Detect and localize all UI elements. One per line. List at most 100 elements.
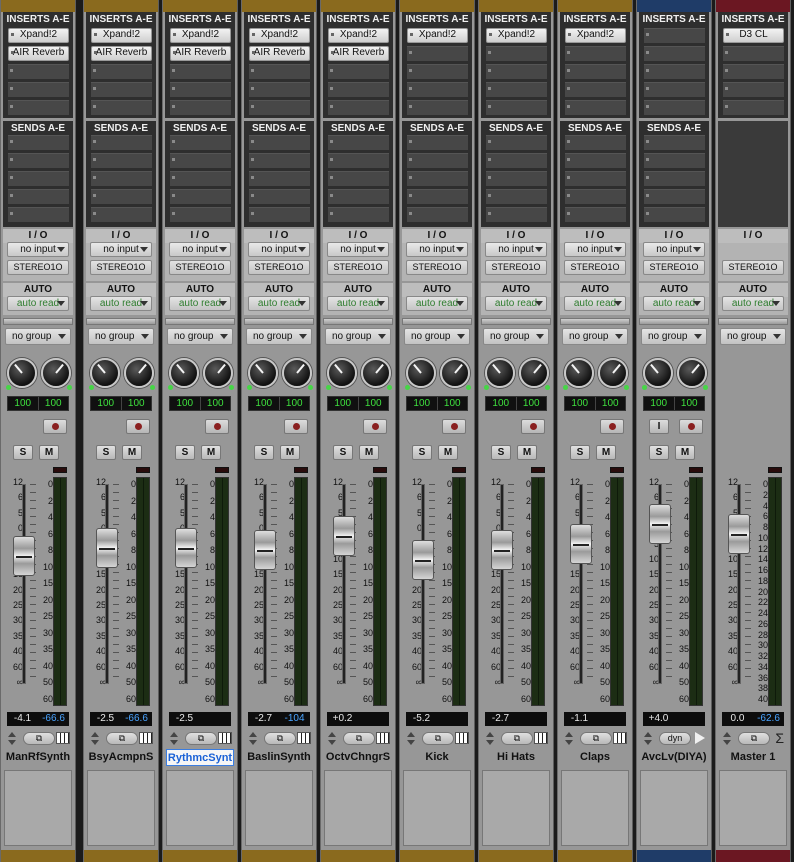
record-enable-button[interactable]	[284, 419, 308, 434]
insert-slot[interactable]	[249, 82, 310, 97]
insert-slot[interactable]	[8, 82, 69, 97]
send-slot[interactable]	[486, 135, 547, 150]
pan-left-knob[interactable]	[326, 358, 357, 390]
insert-plugin-button[interactable]: Xpand!2	[328, 28, 389, 43]
track-comments[interactable]	[403, 770, 471, 846]
send-slot[interactable]	[91, 189, 152, 204]
output-selector[interactable]: STEREO1O	[406, 260, 468, 275]
insert-slot[interactable]	[8, 100, 69, 115]
send-slot[interactable]	[249, 135, 310, 150]
solo-button[interactable]: S	[570, 445, 590, 460]
track-type-button[interactable]: ⧉	[343, 732, 375, 745]
insert-slot[interactable]	[328, 100, 389, 115]
group-selector[interactable]: no group	[562, 328, 628, 345]
send-slot[interactable]	[565, 135, 626, 150]
track-color-bar[interactable]	[163, 0, 237, 12]
pan-readout[interactable]: 100 100	[327, 396, 389, 411]
insert-plugin-button[interactable]: AIR Reverb	[328, 46, 389, 61]
insert-slot[interactable]	[723, 64, 784, 79]
send-slot[interactable]	[8, 171, 69, 186]
solo-button[interactable]: S	[649, 445, 669, 460]
clip-indicator[interactable]	[689, 467, 703, 473]
volume-readout[interactable]: -1.1	[564, 712, 626, 726]
pan-right-knob[interactable]	[440, 358, 471, 390]
track-color-bar-bottom[interactable]	[716, 850, 790, 862]
insert-plugin-button[interactable]: Xpand!2	[249, 28, 310, 43]
insert-slot[interactable]	[170, 82, 231, 97]
keyboard-icon[interactable]	[376, 732, 390, 744]
send-slot[interactable]	[486, 153, 547, 168]
group-selector[interactable]: no group	[641, 328, 707, 345]
output-selector[interactable]: STEREO1O	[90, 260, 152, 275]
volume-readout[interactable]: -2.5	[169, 712, 231, 726]
input-selector[interactable]: no input	[564, 242, 626, 257]
track-name[interactable]: BaslinSynth	[245, 749, 313, 766]
pan-readout[interactable]: 100 100	[90, 396, 152, 411]
insert-plugin-button[interactable]: Xpand!2	[407, 28, 468, 43]
insert-slot[interactable]	[486, 82, 547, 97]
insert-slot[interactable]	[170, 64, 231, 79]
track-color-bar-bottom[interactable]	[479, 850, 553, 862]
track-name[interactable]: RythmcSynt	[166, 749, 234, 766]
track-color-bar[interactable]	[1, 0, 75, 12]
volume-readout[interactable]: -2.7	[485, 712, 547, 726]
send-slot[interactable]	[170, 135, 231, 150]
send-slot[interactable]	[565, 189, 626, 204]
output-selector[interactable]: STEREO1O	[7, 260, 69, 275]
insert-slot[interactable]	[91, 82, 152, 97]
insert-slot[interactable]	[407, 82, 468, 97]
strip-divider-grip[interactable]	[639, 318, 709, 325]
insert-slot[interactable]	[644, 100, 705, 115]
group-selector[interactable]: no group	[5, 328, 71, 345]
track-comments[interactable]	[87, 770, 155, 846]
volume-fader[interactable]	[96, 528, 118, 568]
volume-fader[interactable]	[254, 530, 276, 570]
send-slot[interactable]	[644, 189, 705, 204]
pan-right-knob[interactable]	[598, 358, 629, 390]
group-selector[interactable]: no group	[325, 328, 391, 345]
send-slot[interactable]	[170, 153, 231, 168]
keyboard-icon[interactable]	[613, 732, 627, 744]
strip-divider-grip[interactable]	[402, 318, 472, 325]
keyboard-icon[interactable]	[218, 732, 232, 744]
track-color-bar-bottom[interactable]	[558, 850, 632, 862]
strip-divider-grip[interactable]	[323, 318, 393, 325]
group-selector[interactable]: no group	[483, 328, 549, 345]
track-type-button[interactable]: ⧉	[422, 732, 454, 745]
send-slot[interactable]	[328, 189, 389, 204]
send-slot[interactable]	[328, 153, 389, 168]
track-comments[interactable]	[640, 770, 708, 846]
automation-mode-selector[interactable]: auto read	[7, 296, 69, 311]
strip-divider-grip[interactable]	[718, 318, 788, 325]
insert-slot[interactable]	[170, 100, 231, 115]
insert-slot[interactable]	[565, 82, 626, 97]
pan-left-knob[interactable]	[563, 358, 594, 390]
nudge-arrows-icon[interactable]	[485, 731, 495, 746]
pan-left-knob[interactable]	[168, 358, 199, 390]
strip-divider-grip[interactable]	[86, 318, 156, 325]
insert-plugin-button[interactable]: AIR Reverb	[91, 46, 152, 61]
insert-slot[interactable]	[723, 82, 784, 97]
mute-button[interactable]: M	[596, 445, 616, 460]
track-color-bar[interactable]	[558, 0, 632, 12]
automation-mode-selector[interactable]: auto read	[169, 296, 231, 311]
insert-slot[interactable]	[249, 64, 310, 79]
send-slot[interactable]	[170, 189, 231, 204]
output-selector[interactable]: STEREO1O	[485, 260, 547, 275]
volume-readout[interactable]: 0.0 -62.6	[722, 712, 784, 726]
send-slot[interactable]	[91, 153, 152, 168]
nudge-arrows-icon[interactable]	[327, 731, 337, 746]
send-slot[interactable]	[644, 171, 705, 186]
pan-right-knob[interactable]	[282, 358, 313, 390]
send-slot[interactable]	[328, 207, 389, 222]
track-color-bar-bottom[interactable]	[84, 850, 158, 862]
track-color-bar[interactable]	[242, 0, 316, 12]
mute-button[interactable]: M	[359, 445, 379, 460]
strip-divider-grip[interactable]	[165, 318, 235, 325]
insert-plugin-button[interactable]: AIR Reverb	[249, 46, 310, 61]
track-color-bar-bottom[interactable]	[400, 850, 474, 862]
insert-plugin-button[interactable]: AIR Reverb	[8, 46, 69, 61]
nudge-arrows-icon[interactable]	[169, 731, 179, 746]
group-selector[interactable]: no group	[246, 328, 312, 345]
mute-button[interactable]: M	[39, 445, 59, 460]
